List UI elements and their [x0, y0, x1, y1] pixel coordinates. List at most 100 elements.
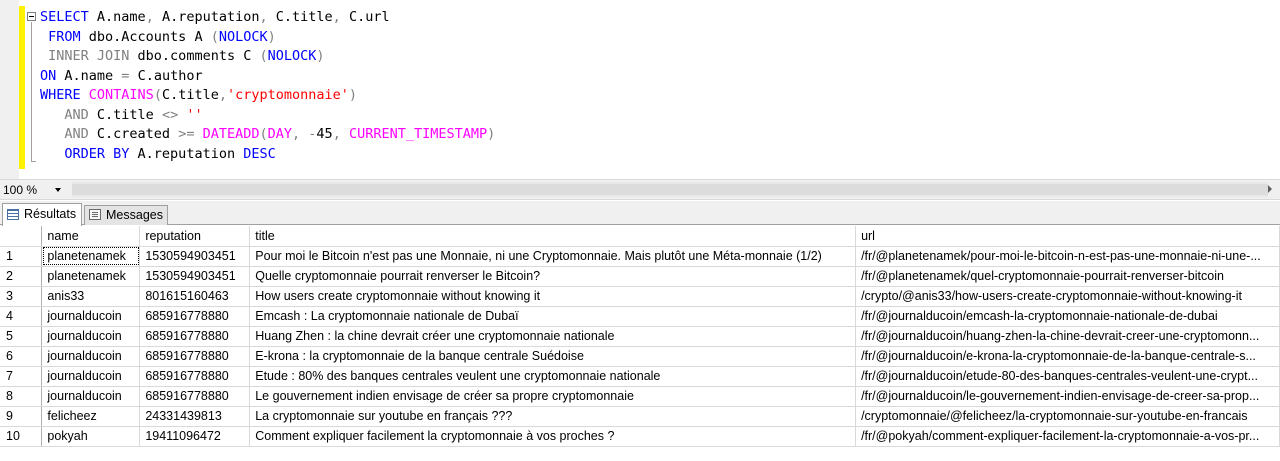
cell-name[interactable]: journalducoin: [41, 326, 141, 347]
cell-reputation[interactable]: 685916778880: [139, 306, 251, 327]
cell-reputation[interactable]: 1530594903451: [139, 246, 251, 267]
cell-name[interactable]: journalducoin: [41, 346, 141, 367]
cell-url[interactable]: /fr/@pokyah/comment-expliquer-facilement…: [855, 426, 1280, 447]
code-token: <>: [161, 106, 187, 123]
table-row[interactable]: 10 pokyah 19411096472 Comment expliquer fac…: [0, 426, 1280, 447]
table-row[interactable]: 2 planetenamek 1530594903451 Quelle cryptom…: [0, 266, 1280, 287]
code-token: (: [259, 48, 268, 64]
cell-title[interactable]: How users create cryptomonnaie without k…: [249, 286, 857, 307]
sql-editor[interactable]: SELECT A.name, A.reputation, C.title, C.…: [0, 0, 1280, 179]
row-number[interactable]: 3: [0, 286, 43, 307]
cell-reputation[interactable]: 24331439813: [139, 406, 251, 427]
table-row[interactable]: 4 journalducoin 685916778880 Emcash : La cr…: [0, 306, 1280, 327]
cell-url[interactable]: /fr/@journalducoin/huang-zhen-la-chine-d…: [855, 326, 1280, 347]
code-line[interactable]: WHERE CONTAINS(C.title,'cryptomonnaie'): [40, 86, 495, 106]
table-row[interactable]: 5 journalducoin 685916778880 Huang Zhen : l…: [0, 326, 1280, 347]
cell-title[interactable]: Le gouvernement indien envisage de créer…: [249, 386, 857, 407]
code-token: ,: [259, 9, 276, 25]
tab-messages[interactable]: Messages: [84, 205, 168, 225]
cell-url[interactable]: /cryptomonnaie/@felicheez/la-cryptomonna…: [855, 406, 1280, 427]
cell-url[interactable]: /fr/@journalducoin/e-krona-la-cryptomonn…: [855, 346, 1280, 367]
code-token: AND: [40, 106, 97, 123]
cell-reputation[interactable]: 685916778880: [139, 386, 251, 407]
row-number[interactable]: 5: [0, 326, 43, 347]
code-token: =: [121, 67, 138, 84]
cell-reputation[interactable]: 19411096472: [139, 426, 251, 447]
cell-reputation[interactable]: 685916778880: [139, 366, 251, 387]
code-token: ,: [145, 9, 162, 25]
cell-name[interactable]: planetenamek: [41, 266, 141, 287]
cell-url[interactable]: /fr/@journalducoin/le-gouvernement-indie…: [855, 386, 1280, 407]
scrollbar-thumb[interactable]: [72, 184, 1268, 195]
cell-name[interactable]: journalducoin: [41, 306, 141, 327]
code-token: C.title: [275, 9, 333, 25]
cell-name[interactable]: journalducoin: [41, 386, 141, 407]
cell-title[interactable]: Huang Zhen : la chine devrait créer une …: [249, 326, 857, 347]
outline-fold-end: [31, 161, 36, 162]
code-line[interactable]: SELECT A.name, A.reputation, C.title, C.…: [40, 8, 495, 28]
collapse-toggle-icon[interactable]: [27, 12, 36, 21]
code-line[interactable]: FROM dbo.Accounts A (NOLOCK): [40, 28, 495, 48]
row-number[interactable]: 4: [0, 306, 43, 327]
scroll-right-icon[interactable]: [1268, 185, 1272, 193]
table-row[interactable]: 3 anis33 801615160463 How users create cryp…: [0, 286, 1280, 307]
code-token: C.created: [96, 126, 179, 142]
column-header-title[interactable]: title: [249, 226, 857, 247]
table-row[interactable]: 8 journalducoin 685916778880 Le gouvernemen…: [0, 386, 1280, 407]
cell-url[interactable]: /fr/@planetenamek/pour-moi-le-bitcoin-n-…: [855, 246, 1280, 267]
horizontal-scrollbar[interactable]: [72, 182, 1268, 197]
cell-title[interactable]: Etude : 80% des banques centrales veulen…: [249, 366, 857, 387]
cell-name[interactable]: pokyah: [41, 426, 141, 447]
code-line[interactable]: AND C.title <> '': [40, 106, 495, 126]
cell-reputation[interactable]: 685916778880: [139, 346, 251, 367]
grid-corner[interactable]: [0, 226, 43, 247]
code-line[interactable]: ON A.name = C.author: [40, 67, 495, 87]
cell-name[interactable]: felicheez: [41, 406, 141, 427]
cell-title[interactable]: Pour moi le Bitcoin n'est pas une Monnai…: [249, 246, 857, 267]
column-header-reputation[interactable]: reputation: [139, 226, 251, 247]
code-line[interactable]: ORDER BY A.reputation DESC: [40, 145, 495, 165]
column-header-url[interactable]: url: [855, 226, 1280, 247]
results-grid[interactable]: name reputation title url 1 planetenamek 1…: [0, 226, 1280, 461]
row-number[interactable]: 7: [0, 366, 43, 387]
row-number[interactable]: 6: [0, 346, 43, 367]
table-row[interactable]: 6 journalducoin 685916778880 E-krona : la c…: [0, 346, 1280, 367]
cell-name[interactable]: planetenamek: [41, 246, 141, 267]
cell-title[interactable]: La cryptomonnaie sur youtube en français…: [249, 406, 857, 427]
cell-reputation[interactable]: 685916778880: [139, 326, 251, 347]
code-token: (: [153, 87, 162, 103]
cell-title[interactable]: Quelle cryptomonnaie pourrait renverser …: [249, 266, 857, 287]
row-number[interactable]: 1: [0, 246, 43, 267]
table-row[interactable]: 1 planetenamek 1530594903451 Pour moi le Bi…: [0, 246, 1280, 267]
code-line[interactable]: AND C.created >= DATEADD(DAY, -45, CURRE…: [40, 125, 495, 145]
zoom-value: 100 %: [3, 183, 38, 197]
column-header-name[interactable]: name: [41, 226, 141, 247]
cell-url[interactable]: /crypto/@anis33/how-users-create-cryptom…: [855, 286, 1280, 307]
cell-reputation[interactable]: 801615160463: [139, 286, 251, 307]
row-number[interactable]: 9: [0, 406, 43, 427]
row-number[interactable]: 10: [0, 426, 43, 447]
cell-title[interactable]: E-krona : la cryptomonnaie de la banque …: [249, 346, 857, 367]
row-number[interactable]: 8: [0, 386, 43, 407]
chevron-down-icon[interactable]: [55, 188, 61, 192]
cell-reputation[interactable]: 1530594903451: [139, 266, 251, 287]
code-token: NOLOCK: [267, 48, 317, 64]
tab-results[interactable]: Résultats: [2, 203, 82, 226]
table-row[interactable]: 7 journalducoin 685916778880 Etude : 80% de…: [0, 366, 1280, 387]
code-token: dbo.Accounts A: [88, 28, 211, 45]
cell-name[interactable]: journalducoin: [41, 366, 141, 387]
sql-code[interactable]: SELECT A.name, A.reputation, C.title, C.…: [40, 8, 495, 164]
cell-url[interactable]: /fr/@planetenamek/quel-cryptomonnaie-pou…: [855, 266, 1280, 287]
cell-title[interactable]: Emcash : La cryptomonnaie nationale de D…: [249, 306, 857, 327]
code-token: A.reputation: [137, 145, 244, 162]
row-number[interactable]: 2: [0, 266, 43, 287]
table-row[interactable]: 9 felicheez 24331439813 La cryptomonnaie su…: [0, 406, 1280, 427]
cell-name[interactable]: anis33: [41, 286, 141, 307]
code-token: ,: [292, 126, 309, 142]
cell-title[interactable]: Comment expliquer facilement la cryptomo…: [249, 426, 857, 447]
code-line[interactable]: INNER JOIN dbo.comments C (NOLOCK): [40, 47, 495, 67]
results-tab-strip: Résultats Messages: [0, 201, 1280, 226]
cell-url[interactable]: /fr/@journalducoin/emcash-la-cryptomonna…: [855, 306, 1280, 327]
code-token: CONTAINS: [88, 87, 154, 103]
cell-url[interactable]: /fr/@journalducoin/etude-80-des-banques-…: [855, 366, 1280, 387]
